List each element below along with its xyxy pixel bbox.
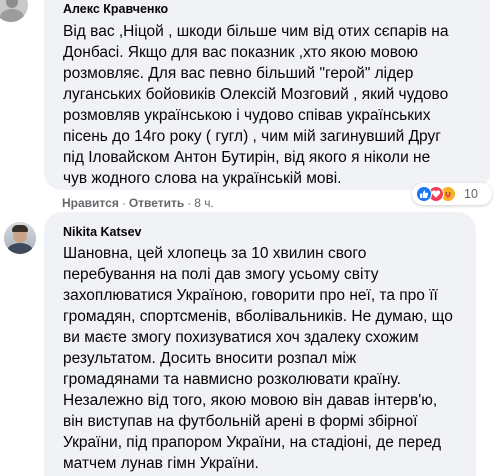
comment-actions: Нравится · Ответить · 8 ч. bbox=[62, 196, 214, 210]
avatar-hair bbox=[12, 225, 28, 232]
comment-text: Шановна, цей хлопець за 10 хвилин свого … bbox=[63, 243, 481, 474]
separator: · bbox=[121, 196, 126, 210]
comment-line: матчем лунав гімн України. bbox=[63, 455, 259, 472]
comment-line: громадянами та навмисно розколювати краї… bbox=[63, 371, 401, 388]
comment-text: Від вас ,Ніцой , шкоди більше чим від от… bbox=[63, 21, 481, 189]
comment-line: розмовляв українською і чудово співав ук… bbox=[63, 107, 431, 124]
avatar[interactable] bbox=[0, 0, 28, 22]
comment-line: ви маєте змогу похизуватися хоч здалеку … bbox=[63, 329, 419, 346]
comment-line: він виступав на футбольній арені в формі… bbox=[63, 413, 418, 430]
reply-link[interactable]: Ответить bbox=[129, 196, 184, 210]
comment-line: результатом. Досить вносити розпал між bbox=[63, 350, 357, 367]
comment-author[interactable]: Nikita Katsev bbox=[63, 225, 142, 239]
comment-line: перебування на полі дав змогу усьому сві… bbox=[63, 266, 379, 283]
comment-line: громадян, спортсменів, вболівальників. Н… bbox=[63, 308, 453, 325]
comment-line: Незалежно від того, якою мовою він давав… bbox=[63, 392, 438, 409]
comment-author[interactable]: Алекс Кравченко bbox=[63, 2, 168, 16]
comment-line: Донбасі. Якщо для вас показник ,хто якою… bbox=[63, 44, 419, 61]
reactions-count: 10 bbox=[464, 187, 478, 201]
reactions-summary[interactable]: 10 bbox=[412, 183, 492, 205]
comment-line: Від вас ,Ніцой , шкоди більше чим від от… bbox=[63, 23, 449, 40]
comment-line: розмовляє. Для вас певно більший "герой"… bbox=[63, 65, 414, 82]
avatar[interactable] bbox=[4, 222, 36, 254]
avatar-head bbox=[6, 0, 18, 8]
avatar-body bbox=[0, 9, 24, 22]
comment-line: України, під прапором України, на стадіо… bbox=[63, 434, 442, 451]
like-link[interactable]: Нравится bbox=[62, 196, 119, 210]
comment-line: Шановна, цей хлопець за 10 хвилин свого bbox=[63, 245, 367, 262]
comment-line: пісень до 14го року ( гугл) , чим мій за… bbox=[63, 128, 441, 145]
comment-line: захоплюватися Україною, говорити про неї… bbox=[63, 287, 438, 304]
like-icon bbox=[416, 186, 432, 202]
separator: · bbox=[187, 196, 192, 210]
comment-line: луганських бойовиків Олексій Мозговий , … bbox=[63, 86, 449, 103]
comment-line: під Іловайском Антон Бутирін, від якого … bbox=[63, 149, 431, 166]
timestamp-link[interactable]: 8 ч. bbox=[194, 196, 214, 210]
avatar-body bbox=[7, 243, 33, 254]
